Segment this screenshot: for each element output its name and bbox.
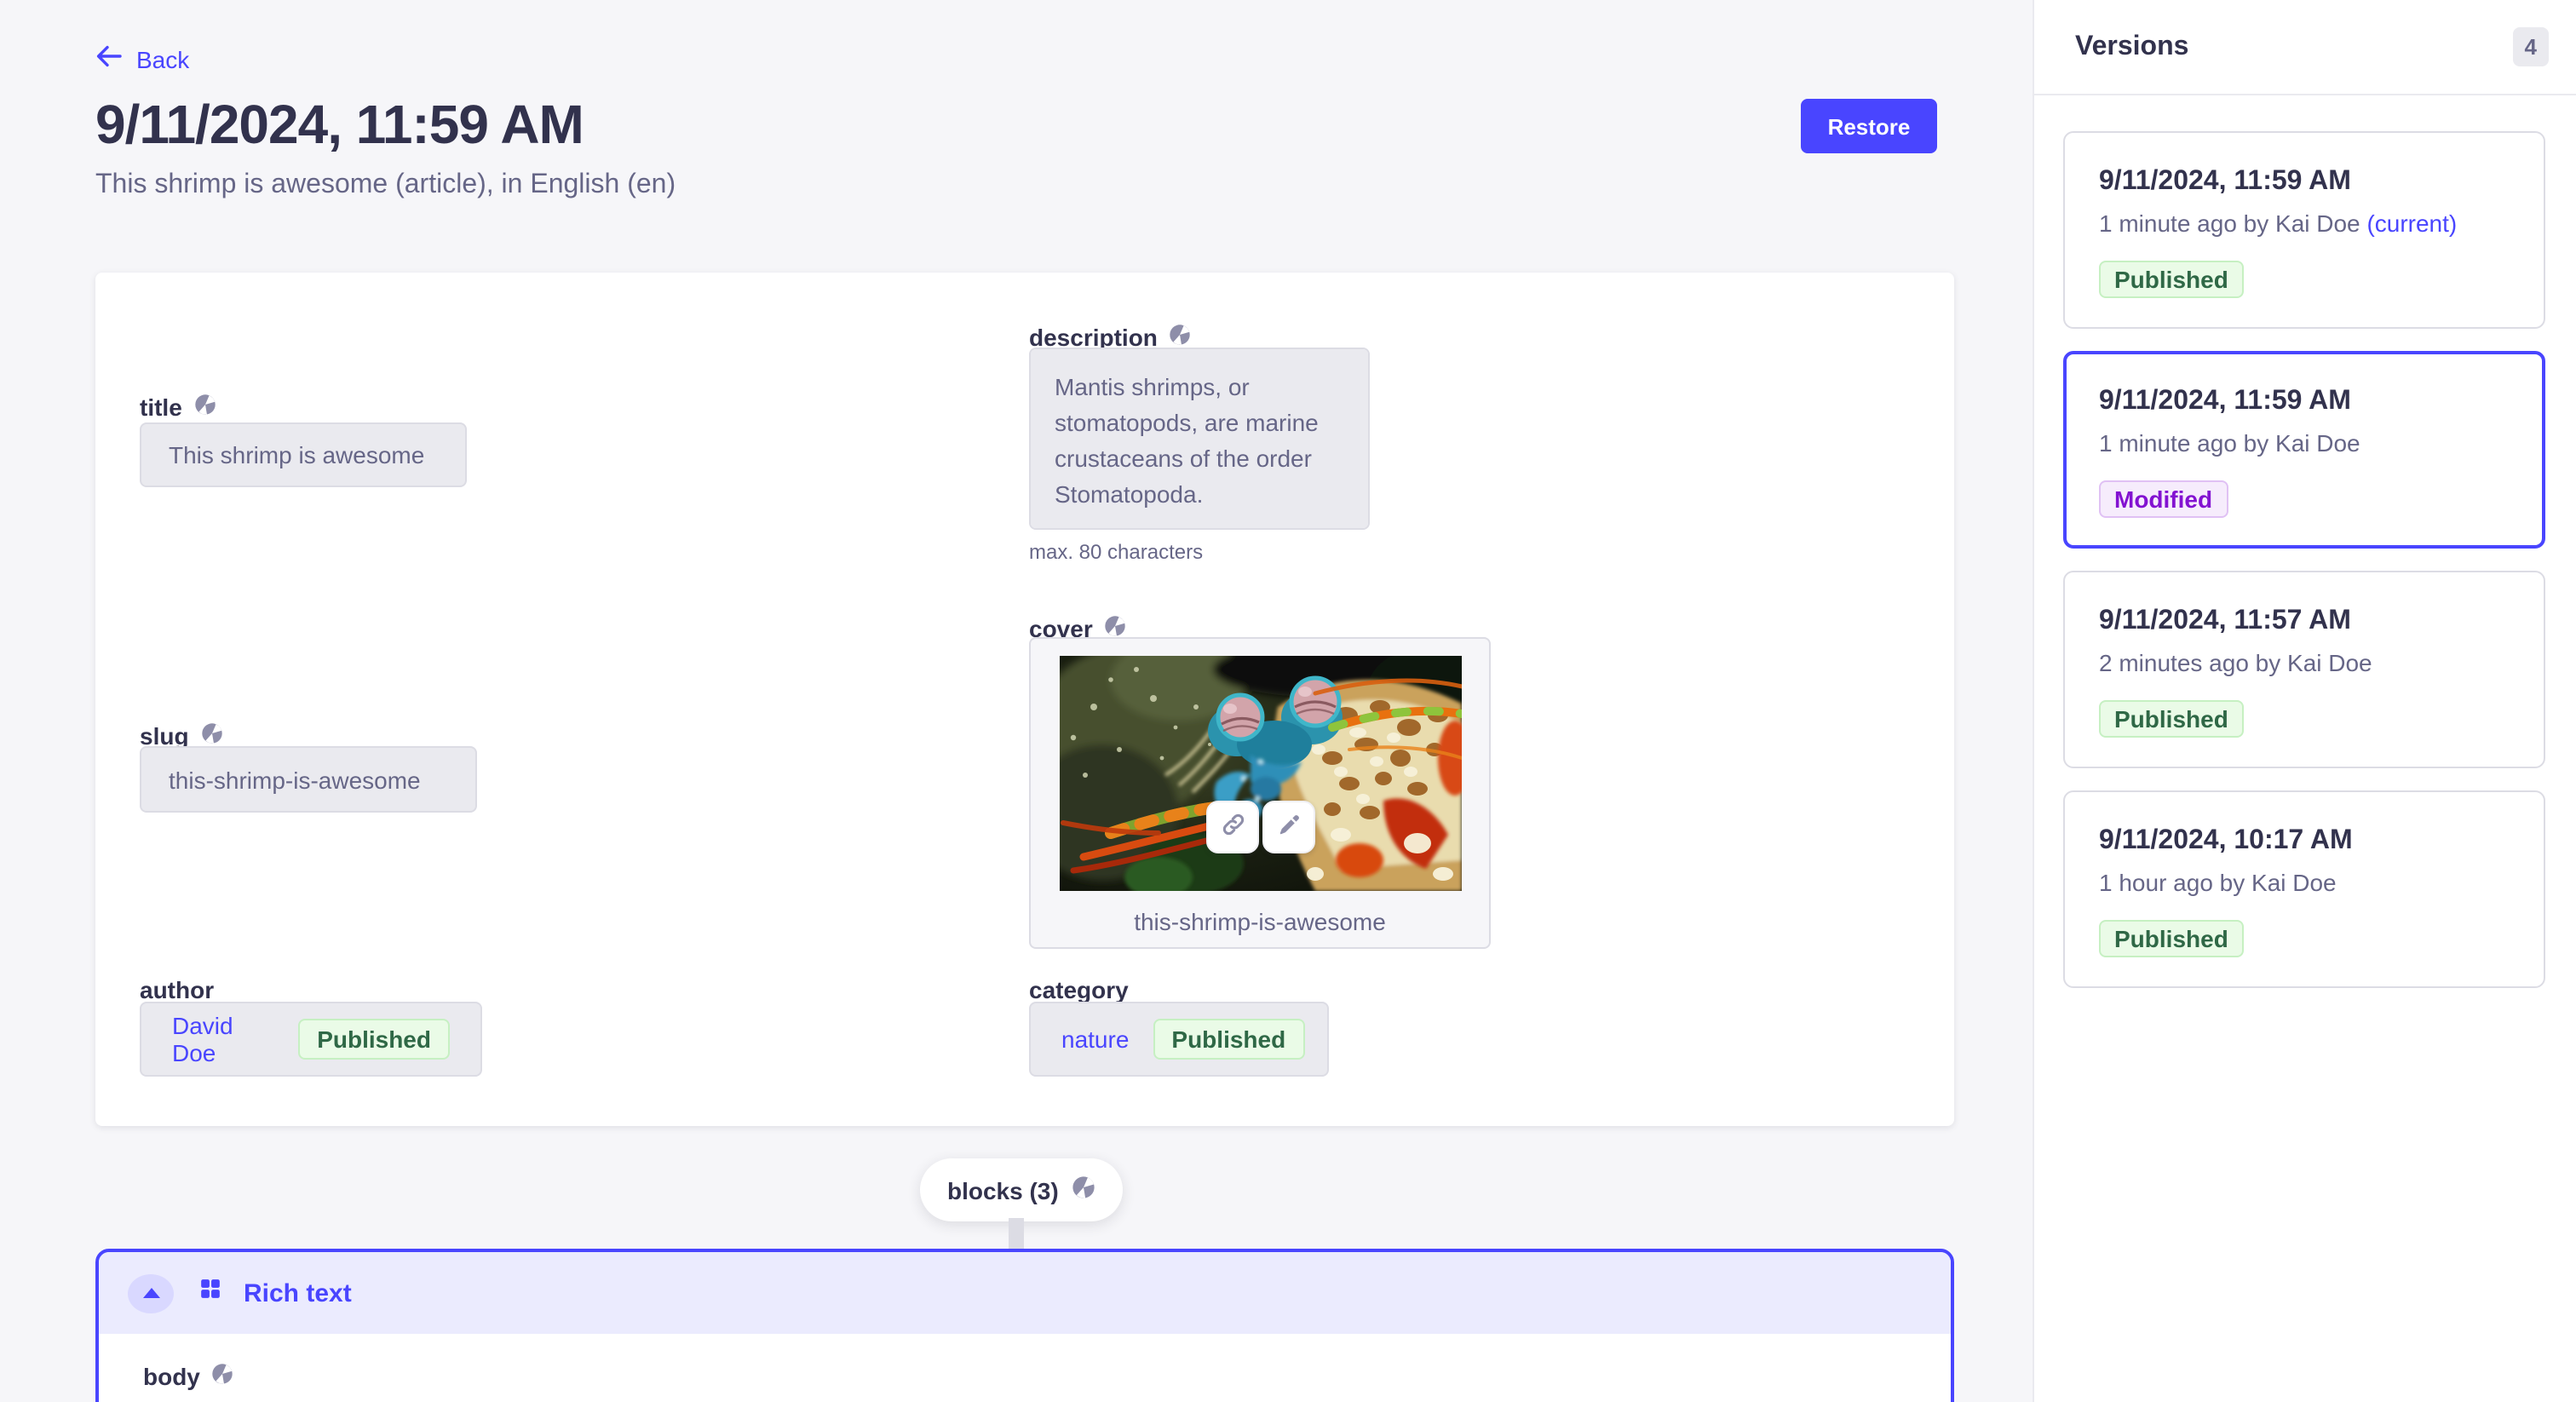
blocks-connector-line	[1009, 1218, 1024, 1250]
locale-globe-icon	[1072, 1175, 1096, 1204]
main-content: Back 9/11/2024, 11:59 AM This shrimp is …	[0, 0, 2033, 1402]
category-label-text: category	[1029, 976, 1129, 1003]
rich-text-body: body	[99, 1334, 1951, 1390]
versions-header: Versions 4	[2034, 0, 2576, 95]
description-hint: max. 80 characters	[1029, 540, 1203, 564]
version-list-item[interactable]: 9/11/2024, 11:57 AM 2 minutes ago by Kai…	[2063, 571, 2545, 768]
collapse-toggle-button[interactable]	[128, 1273, 174, 1313]
versions-sidebar: Versions 4 9/11/2024, 11:59 AM 1 minute …	[2033, 0, 2576, 1402]
rich-text-header: Rich text	[99, 1252, 1951, 1334]
page-subtitle: This shrimp is awesome (article), in Eng…	[95, 170, 676, 201]
version-status-badge: Published	[2099, 700, 2244, 738]
version-list-item[interactable]: 9/11/2024, 11:59 AM 1 minute ago by Kai …	[2063, 131, 2545, 329]
category-relation-box: nature Published	[1029, 1002, 1329, 1077]
back-link[interactable]: Back	[95, 43, 189, 75]
author-relation-link[interactable]: David Doe	[172, 1012, 274, 1066]
category-status-badge: Published	[1153, 1019, 1304, 1060]
version-list-item[interactable]: 9/11/2024, 10:17 AM 1 hour ago by Kai Do…	[2063, 790, 2545, 988]
title-label-text: title	[140, 394, 182, 421]
blocks-field-pill: blocks (3)	[920, 1158, 1124, 1221]
version-status-badge: Modified	[2099, 480, 2228, 518]
back-arrow-icon	[95, 43, 123, 75]
category-field-label: category	[1029, 976, 1129, 1003]
restore-button[interactable]: Restore	[1801, 99, 1937, 153]
versions-list: 9/11/2024, 11:59 AM 1 minute ago by Kai …	[2034, 95, 2576, 988]
version-list-item[interactable]: 9/11/2024, 11:59 AM 1 minute ago by Kai …	[2063, 351, 2545, 549]
rich-text-component-block: Rich text body	[95, 1249, 1954, 1402]
author-status-badge: Published	[298, 1019, 450, 1060]
pencil-icon	[1275, 811, 1302, 843]
title-field-label: title	[140, 394, 216, 421]
chevron-up-icon	[142, 1288, 159, 1298]
author-label-text: author	[140, 976, 214, 1003]
version-meta: 1 hour ago by Kai Doe	[2099, 869, 2516, 896]
version-meta: 1 minute ago by Kai Doe	[2099, 429, 2516, 457]
author-relation-box: David Doe Published	[140, 1002, 482, 1077]
locale-globe-icon	[212, 1363, 234, 1390]
versions-heading: Versions	[2075, 32, 2188, 62]
body-label-text: body	[143, 1363, 200, 1390]
version-date: 9/11/2024, 11:57 AM	[2099, 606, 2516, 637]
page-title: 9/11/2024, 11:59 AM	[95, 94, 584, 157]
component-grid-icon	[199, 1278, 221, 1308]
rich-text-block-title: Rich text	[244, 1278, 352, 1307]
cover-media-card: this-shrimp-is-awesome	[1029, 637, 1491, 949]
cover-actions	[1206, 801, 1315, 853]
author-field-label: author	[140, 976, 214, 1003]
copy-link-button[interactable]	[1206, 801, 1259, 853]
back-label: Back	[136, 45, 189, 72]
edit-image-button[interactable]	[1262, 801, 1315, 853]
cover-image	[1060, 656, 1462, 891]
category-relation-link[interactable]: nature	[1061, 1026, 1129, 1053]
version-history-page: Back 9/11/2024, 11:59 AM This shrimp is …	[0, 0, 2576, 1402]
title-input	[140, 422, 467, 487]
version-status-badge: Published	[2099, 920, 2244, 957]
description-textarea: Mantis shrimps, or stomatopods, are mari…	[1029, 348, 1370, 530]
version-meta: 1 minute ago by Kai Doe (current)	[2099, 210, 2516, 237]
version-status-badge: Published	[2099, 261, 2244, 298]
link-icon	[1219, 811, 1246, 843]
cover-filename: this-shrimp-is-awesome	[1031, 908, 1489, 935]
version-meta: 2 minutes ago by Kai Doe	[2099, 649, 2516, 676]
version-date: 9/11/2024, 11:59 AM	[2099, 167, 2516, 198]
version-date: 9/11/2024, 10:17 AM	[2099, 826, 2516, 857]
version-current-label: (current)	[2366, 210, 2457, 237]
versions-count-badge: 4	[2513, 27, 2549, 66]
blocks-pill-label: blocks (3)	[947, 1176, 1059, 1204]
body-field-label: body	[143, 1363, 1951, 1390]
entry-form-card: title slug author David Doe Published	[95, 273, 1954, 1126]
locale-globe-icon	[194, 394, 216, 421]
slug-input	[140, 746, 477, 813]
version-date: 9/11/2024, 11:59 AM	[2099, 387, 2516, 417]
